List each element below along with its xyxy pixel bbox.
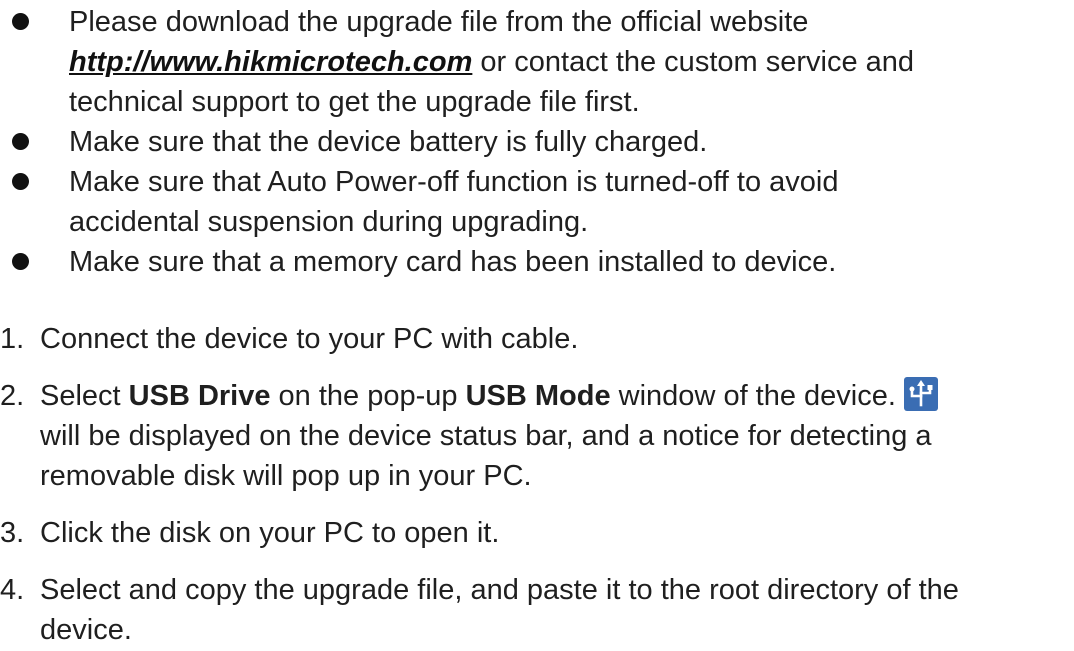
step-text-line: will be displayed on the device status b… xyxy=(40,420,932,452)
bullet-dot-icon xyxy=(12,173,29,190)
step-item: 2. Select USB Drive on the pop-up USB Mo… xyxy=(0,376,1074,496)
bullet-item-auto-power-off: Make sure that Auto Power-off function i… xyxy=(0,162,1074,242)
bullet-dot-icon xyxy=(12,253,29,270)
usb-mode-label: USB Mode xyxy=(465,380,611,412)
document-page: Please download the upgrade file from th… xyxy=(0,0,1074,651)
step-text-line: device. xyxy=(40,614,132,646)
step-text-fragment: window of the device. xyxy=(610,380,896,412)
step-item: 3. Click the disk on your PC to open it. xyxy=(0,513,1074,553)
usb-drive-icon xyxy=(903,377,938,411)
bullet-item-memory-card: Make sure that a memory card has been in… xyxy=(0,242,1074,282)
bullet-text-fragment: or contact the custom service and xyxy=(472,46,915,78)
step-number: 1. xyxy=(0,323,25,355)
step-number: 2. xyxy=(0,380,25,412)
bullet-text-line: Please download the upgrade file from th… xyxy=(69,6,809,38)
bullet-dot-icon xyxy=(12,13,29,30)
bullet-item-battery: Make sure that the device battery is ful… xyxy=(0,122,1074,162)
usb-drive-label: USB Drive xyxy=(128,380,271,412)
step-text-fragment: Select xyxy=(40,380,129,412)
bullet-text-line: Make sure that a memory card has been in… xyxy=(69,246,837,278)
bullet-text-line: Make sure that Auto Power-off function i… xyxy=(69,166,839,198)
step-text-line: Select USB Drive on the pop-up USB Mode … xyxy=(40,376,1074,416)
official-website-link[interactable]: http://www.hikmicrotech.com xyxy=(69,46,472,78)
step-text-line: Select and copy the upgrade file, and pa… xyxy=(40,574,959,606)
bullet-text-line: http://www.hikmicrotech.com or contact t… xyxy=(69,42,1074,82)
bullet-text-line: accidental suspension during upgrading. xyxy=(69,206,589,238)
step-item: 1. Connect the device to your PC with ca… xyxy=(0,319,1074,359)
step-text-line: Connect the device to your PC with cable… xyxy=(40,323,579,355)
step-text-line: removable disk will pop up in your PC. xyxy=(40,460,532,492)
step-text-line: Click the disk on your PC to open it. xyxy=(40,517,500,549)
prerequisite-list: Please download the upgrade file from th… xyxy=(0,2,1074,282)
bullet-text-line: technical support to get the upgrade fil… xyxy=(69,86,640,118)
step-number: 4. xyxy=(0,574,25,606)
upgrade-steps-list: 1. Connect the device to your PC with ca… xyxy=(0,319,1074,650)
step-text-fragment: on the pop-up xyxy=(270,380,466,412)
bullet-text-line: Make sure that the device battery is ful… xyxy=(69,126,708,158)
step-number: 3. xyxy=(0,517,25,549)
bullet-item-download: Please download the upgrade file from th… xyxy=(0,2,1074,122)
step-item: 4. Select and copy the upgrade file, and… xyxy=(0,570,1074,650)
bullet-dot-icon xyxy=(12,133,29,150)
